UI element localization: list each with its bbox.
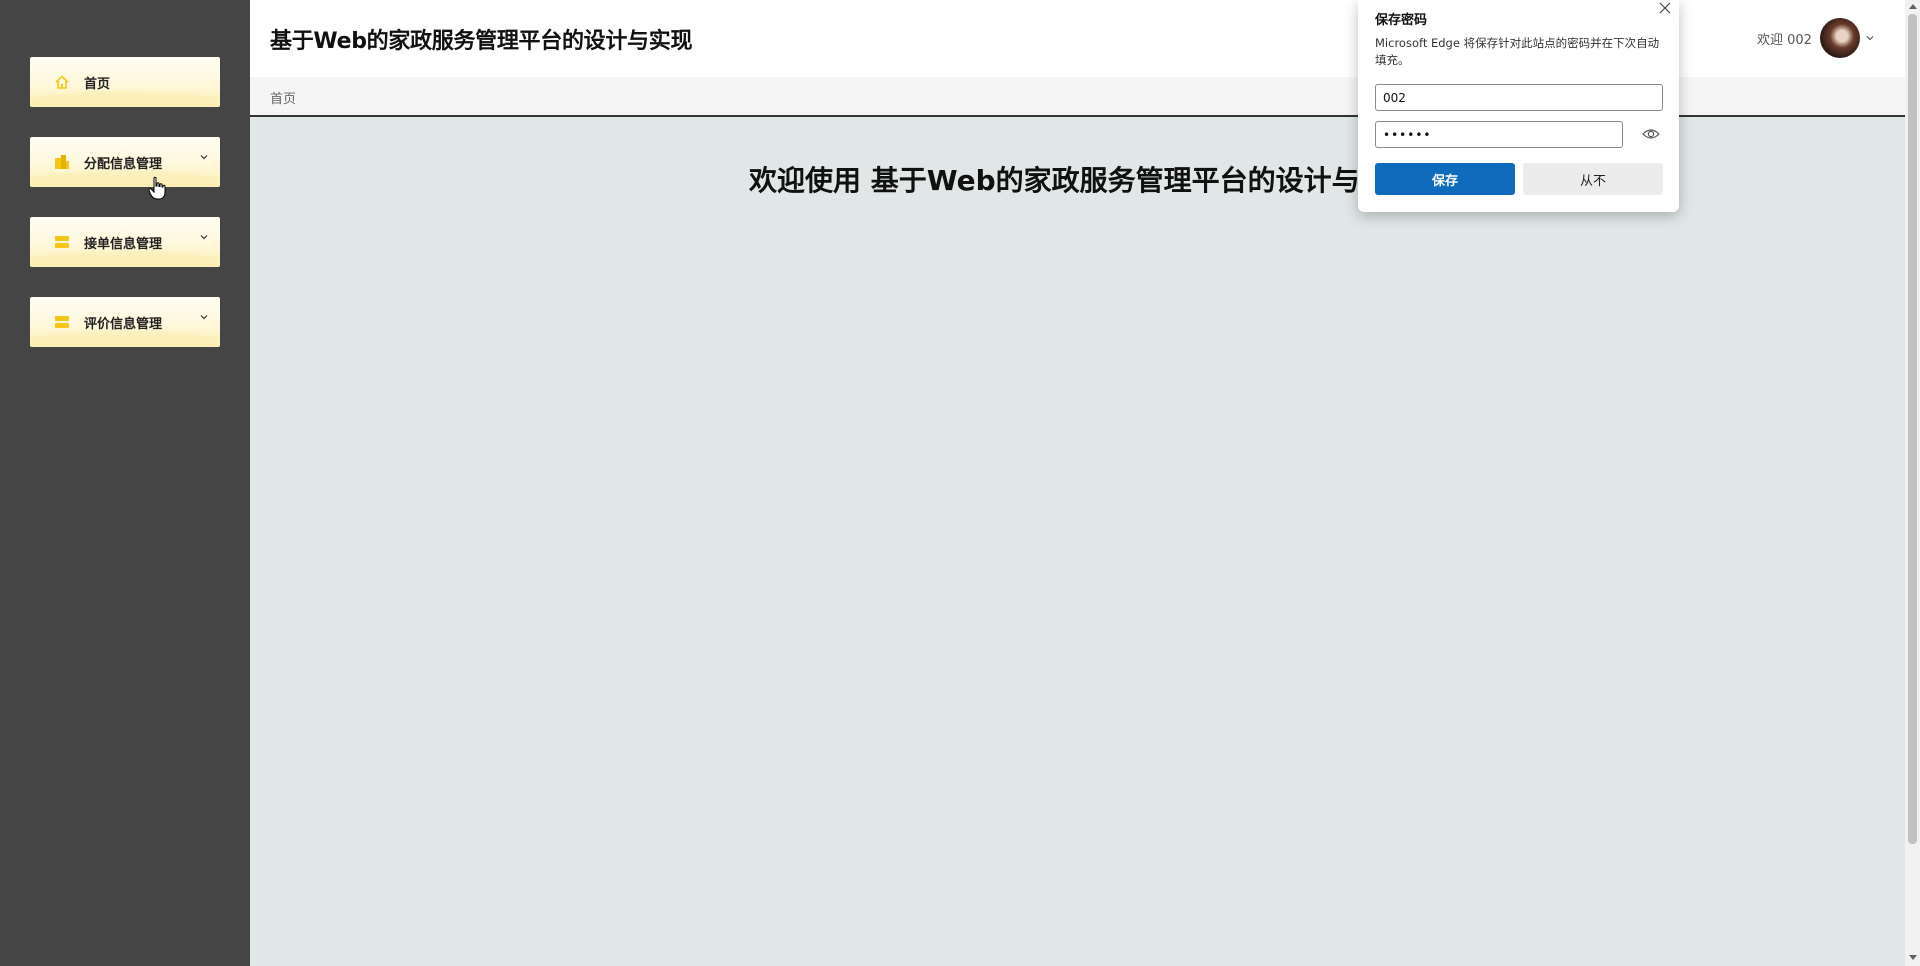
user-menu[interactable]: 欢迎 002 (1757, 18, 1876, 58)
username-field[interactable] (1375, 84, 1663, 111)
sidebar-item-reviews[interactable]: 评价信息管理 (30, 297, 220, 347)
password-field[interactable] (1375, 121, 1623, 148)
close-icon[interactable] (1657, 0, 1673, 16)
chevron-down-icon (200, 235, 208, 240)
welcome-text: 欢迎 002 (1757, 32, 1812, 48)
sidebar-item-assignment[interactable]: 分配信息管理 (30, 137, 220, 187)
never-button[interactable]: 从不 (1523, 163, 1663, 195)
avatar[interactable] (1819, 18, 1860, 58)
sidebar-item-label: 分配信息管理 (84, 157, 163, 172)
chevron-down-icon (200, 155, 208, 160)
scroll-down-icon[interactable] (1909, 955, 1917, 960)
welcome-heading: 欢迎使用 基于Web的家政服务管理平台的设计与实现 (749, 164, 1416, 197)
main-content: 欢迎使用 基于Web的家政服务管理平台的设计与实现 (250, 117, 1905, 966)
chevron-down-icon[interactable] (1864, 32, 1876, 44)
sidebar: 首页 分配信息管理 接单信息管理 评价信息管理 (0, 0, 250, 966)
chevron-down-icon (200, 315, 208, 320)
sidebar-item-label: 评价信息管理 (84, 317, 163, 332)
sidebar-item-orders[interactable]: 接单信息管理 (30, 217, 220, 267)
sidebar-item-label: 首页 (84, 77, 111, 92)
dialog-description: Microsoft Edge 将保存针对此站点的密码并在下次自动填充。 (1375, 36, 1660, 67)
dialog-title: 保存密码 (1375, 13, 1428, 28)
save-button[interactable]: 保存 (1375, 163, 1515, 195)
app-title: 基于Web的家政服务管理平台的设计与实现 (270, 29, 693, 54)
scrollbar[interactable] (1905, 0, 1920, 966)
buildings-icon (55, 155, 69, 169)
scroll-thumb[interactable] (1908, 14, 1917, 844)
list-icon (55, 316, 69, 328)
sidebar-item-label: 接单信息管理 (84, 237, 163, 252)
eye-icon[interactable] (1641, 125, 1661, 143)
sidebar-item-home[interactable]: 首页 (30, 57, 220, 107)
breadcrumb-home[interactable]: 首页 (270, 88, 296, 107)
hand-cursor-icon (148, 176, 166, 200)
home-icon (55, 75, 69, 89)
save-password-dialog: 保存密码 Microsoft Edge 将保存针对此站点的密码并在下次自动填充。… (1358, 0, 1679, 212)
scroll-up-icon[interactable] (1909, 4, 1917, 9)
list-icon (55, 236, 69, 248)
